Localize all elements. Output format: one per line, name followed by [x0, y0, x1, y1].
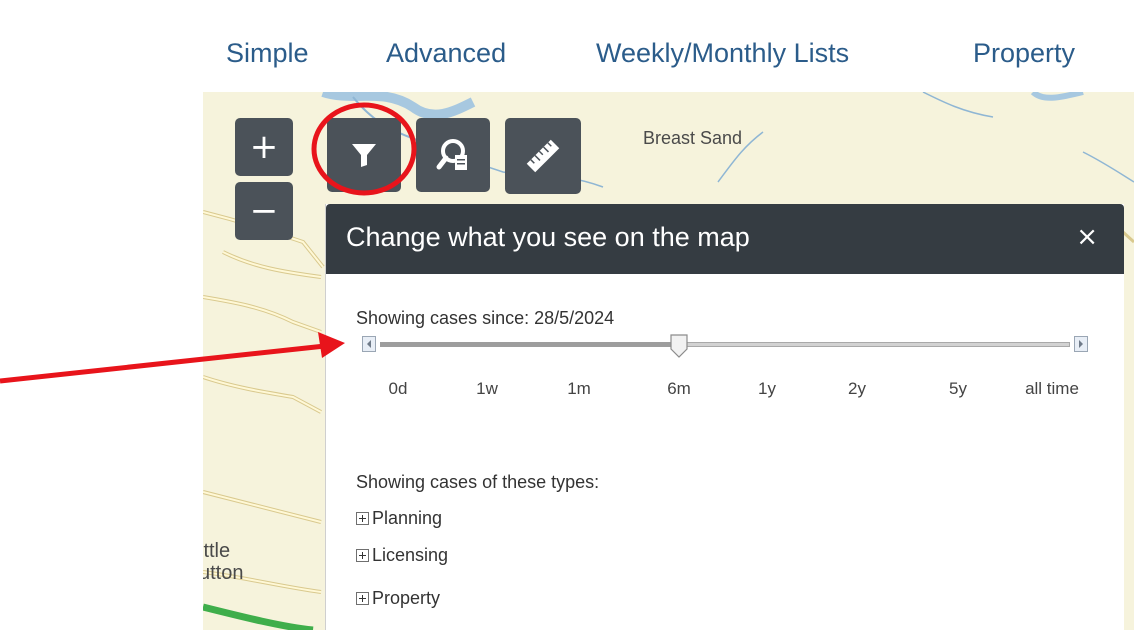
search-document-icon: [436, 139, 467, 170]
slider-tick-label: 1y: [758, 379, 776, 398]
map-filter-panel: Change what you see on the map × Showing…: [325, 204, 1124, 630]
expand-plus-icon[interactable]: [356, 592, 369, 605]
slider-thumb[interactable]: [670, 334, 688, 358]
map-label-breast-sand: Breast Sand: [643, 128, 743, 148]
type-planning[interactable]: Planning: [356, 508, 442, 529]
time-slider[interactable]: [356, 332, 1094, 362]
expand-plus-icon[interactable]: [356, 549, 369, 562]
type-licensing[interactable]: Licensing: [356, 545, 448, 566]
expand-plus-icon[interactable]: [356, 512, 369, 525]
top-nav: Simple Advanced Weekly/Monthly Lists Pro…: [0, 38, 1134, 78]
slider-tick-label: 0d: [388, 379, 408, 398]
zoom-out-button[interactable]: −: [235, 182, 293, 240]
type-label: Licensing: [372, 545, 449, 565]
nav-weekly-monthly-lists[interactable]: Weekly/Monthly Lists: [596, 38, 849, 69]
type-property[interactable]: Property: [356, 588, 440, 609]
slider-tick-label: 2y: [848, 379, 866, 398]
close-icon[interactable]: ×: [1076, 222, 1098, 252]
slider-tick-label: 6m: [667, 379, 691, 398]
panel-title: Change what you see on the map: [346, 222, 750, 252]
search-document-button[interactable]: [416, 118, 490, 192]
filter-icon: [352, 144, 376, 167]
slider-fill: [380, 342, 679, 347]
nav-simple[interactable]: Simple: [226, 38, 309, 69]
ruler-icon: [526, 139, 560, 173]
slider-right-arrow-icon[interactable]: [1074, 336, 1088, 352]
zoom-in-button[interactable]: +: [235, 118, 293, 176]
slider-tick-label: all time: [1025, 379, 1079, 398]
type-label: Planning: [372, 508, 443, 528]
slider-left-arrow-icon[interactable]: [362, 336, 376, 352]
measure-button[interactable]: [505, 118, 581, 194]
slider-tick-label: 1m: [567, 379, 591, 398]
types-label: Showing cases of these types:: [356, 472, 600, 492]
filter-button[interactable]: [327, 118, 401, 192]
nav-property[interactable]: Property: [973, 38, 1075, 69]
slider-tick-label: 5y: [949, 379, 967, 398]
slider-tick-label: 1w: [476, 379, 498, 398]
map-label-sutton: utton: [203, 562, 244, 584]
type-label: Property: [372, 588, 441, 608]
map-label-little: ittle: [203, 540, 231, 562]
since-label: Showing cases since: 28/5/2024: [356, 308, 615, 328]
nav-advanced[interactable]: Advanced: [386, 38, 506, 69]
panel-header: Change what you see on the map ×: [326, 204, 1124, 274]
